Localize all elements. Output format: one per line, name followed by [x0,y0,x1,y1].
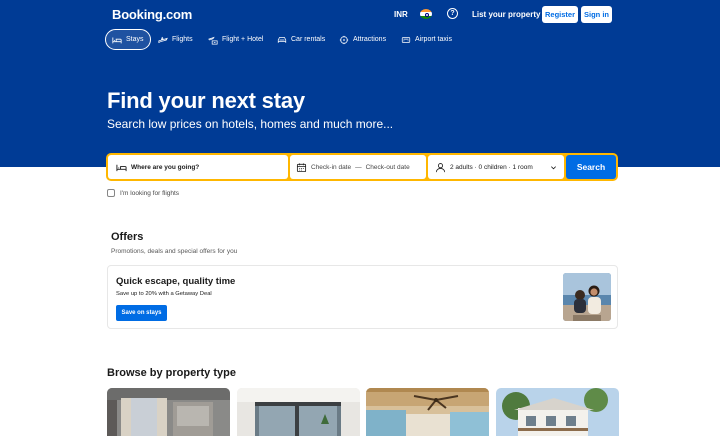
destination-placeholder: Where are you going? [131,163,200,171]
destination-field[interactable]: Where are you going? [108,155,288,179]
resort-image [366,388,489,436]
register-button[interactable]: Register [542,6,578,23]
guests-label: 2 adults · 0 children · 1 room [450,163,533,171]
property-type-apartments[interactable] [237,388,360,436]
help-circle-icon[interactable]: ? [447,8,458,19]
offer-title: Quick escape, quality time [116,276,236,287]
tab-airport-taxis-label: Airport taxis [415,36,452,43]
car-icon [277,36,287,43]
tab-stays-label: Stays [126,36,144,43]
villa-image [496,388,619,436]
person-icon [435,162,446,172]
offers-title: Offers [111,231,144,243]
flights-checkbox[interactable] [107,189,115,197]
bed-icon [116,164,127,171]
apartment-image [237,388,360,436]
property-type-villas[interactable] [496,388,619,436]
tab-flights-label: Flights [172,36,193,43]
flights-checkbox-label: I'm looking for flights [120,189,180,197]
hotel-room-image [107,388,230,436]
flights-checkbox-row[interactable]: I'm looking for flights [107,189,179,197]
checkin-label: Check-in date [311,163,352,171]
calendar-icon [296,162,307,172]
list-property-link[interactable]: List your property [472,10,540,19]
property-type-resorts[interactable] [366,388,489,436]
browse-title: Browse by property type [107,367,236,379]
tab-attractions-label: Attractions [353,36,387,43]
chevron-down-icon [551,165,556,169]
attractions-icon [339,35,349,44]
property-type-hotels[interactable] [107,388,230,436]
tab-flights[interactable]: Flights [152,29,199,50]
tab-flight-hotel[interactable]: Flight + Hotel [202,29,269,50]
offer-text: Save up to 20% with a Getaway Deal [116,291,212,297]
bed-icon [112,37,122,43]
page-title: Find your next stay [107,88,305,113]
tab-car-rentals[interactable]: Car rentals [271,29,331,50]
save-on-stays-button[interactable]: Save on stays [116,305,167,321]
guests-field[interactable]: 2 adults · 0 children · 1 room [428,155,564,179]
plane-icon [158,36,168,43]
date-separator: — [355,163,362,171]
checkout-label: Check-out date [365,163,410,171]
tab-airport-taxis[interactable]: Airport taxis [395,29,458,50]
date-picker-field[interactable]: Check-in date — Check-out date [290,155,426,179]
hero-banner: Booking.com INR ? List your property Reg… [0,0,720,167]
search-button[interactable]: Search [566,155,616,179]
tab-flight-hotel-label: Flight + Hotel [222,36,264,43]
flight-hotel-icon [208,36,218,45]
india-flag-icon[interactable] [420,9,432,19]
sign-in-button[interactable]: Sign in [581,6,612,23]
booking-logo[interactable]: Booking.com [112,7,192,22]
offer-card[interactable]: Quick escape, quality time Save up to 20… [107,265,618,329]
page-subtitle: Search low prices on hotels, homes and m… [107,117,394,131]
offers-subtitle: Promotions, deals and special offers for… [111,248,238,255]
tab-stays[interactable]: Stays [105,29,151,50]
tab-car-rentals-label: Car rentals [291,36,326,43]
taxi-icon [401,36,411,43]
tab-attractions[interactable]: Attractions [333,29,392,50]
currency-selector[interactable]: INR [394,10,408,19]
offer-image [563,273,611,321]
search-bar: Where are you going? Check-in date — Che… [106,153,618,181]
